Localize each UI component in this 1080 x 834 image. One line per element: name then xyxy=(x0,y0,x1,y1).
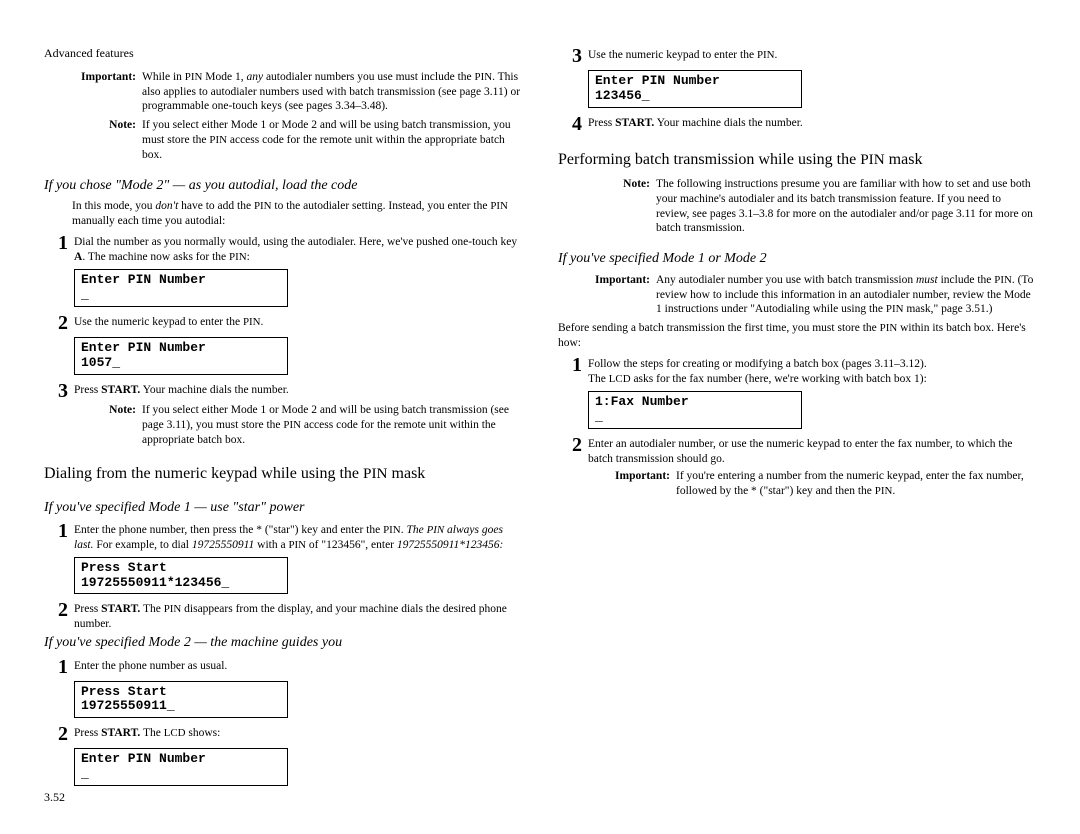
label-important: Important: xyxy=(584,273,656,318)
r4: 4 Press START. Your machine dials the nu… xyxy=(558,114,1036,134)
step-num: 3 xyxy=(558,46,588,66)
step-text: Follow the steps for creating or modifyi… xyxy=(588,355,1036,387)
step-text: Press START. Your machine dials the numb… xyxy=(588,114,1036,134)
b2: 2 Enter an autodialer number, or use the… xyxy=(558,435,1036,467)
running-header: Advanced features xyxy=(44,46,522,62)
b1: 1 Follow the steps for creating or modif… xyxy=(558,355,1036,387)
page-number: 3.52 xyxy=(44,790,65,806)
step-num: 2 xyxy=(44,313,74,333)
step-num: 3 xyxy=(44,381,74,401)
step-2b: 2 Press START. The PIN disappears from t… xyxy=(44,600,522,632)
step-text: Enter an autodialer number, or use the n… xyxy=(588,435,1036,467)
important-text: Any autodialer number you use with batch… xyxy=(656,273,1036,318)
important-3: Important: If you're entering a number f… xyxy=(604,469,1036,499)
lcd-display-5: Enter PIN Number _ xyxy=(74,748,288,786)
subhead-mode2-guides: If you've specified Mode 2 — the machine… xyxy=(44,634,522,652)
note-text: If you select either Mode 1 or Mode 2 an… xyxy=(142,403,522,448)
step-text: Press START. The LCD shows: xyxy=(74,724,522,744)
important-text: If you're entering a number from the num… xyxy=(676,469,1036,499)
note-text: The following instructions presume you a… xyxy=(656,177,1036,237)
step-text: Press START. Your machine dials the numb… xyxy=(74,381,522,401)
label-note: Note: xyxy=(584,177,656,237)
section-batch-transmission: Performing batch transmission while usin… xyxy=(558,150,1036,171)
lcd-display-4: Press Start 19725550911_ xyxy=(74,681,288,719)
lcd-display-1: Enter PIN Number _ xyxy=(74,269,288,307)
step-num: 1 xyxy=(44,657,74,677)
step-num: 1 xyxy=(44,233,74,265)
step-text: Enter the phone number, then press the *… xyxy=(74,521,522,553)
r1: 1 Enter the phone number as usual. xyxy=(44,657,522,677)
step-1: 1 Dial the number as you normally would,… xyxy=(44,233,522,265)
r3: 3 Use the numeric keypad to enter the PI… xyxy=(558,46,1036,66)
step-3: 3 Press START. Your machine dials the nu… xyxy=(44,381,522,401)
subhead-mode2-autodial: If you chose "Mode 2" — as you autodial,… xyxy=(44,177,522,195)
step-text: Enter the phone number as usual. xyxy=(74,657,522,677)
subhead-mode1-star: If you've specified Mode 1 — use "star" … xyxy=(44,499,522,517)
label-important: Important: xyxy=(70,70,142,115)
section-dialing-keypad: Dialing from the numeric keypad while us… xyxy=(44,464,522,485)
step-num: 4 xyxy=(558,114,588,134)
label-note: Note: xyxy=(70,403,142,448)
lcd-display-2: Enter PIN Number 1057_ xyxy=(74,337,288,375)
note-2: Note: If you select either Mode 1 or Mod… xyxy=(70,403,522,448)
r2: 2 Press START. The LCD shows: xyxy=(44,724,522,744)
important-text: While in PIN Mode 1, any autodialer numb… xyxy=(142,70,522,115)
step-2: 2 Use the numeric keypad to enter the PI… xyxy=(44,313,522,333)
lcd-display-3: Press Start 19725550911*123456_ xyxy=(74,557,288,595)
note-3: Note: The following instructions presume… xyxy=(584,177,1036,237)
step-text: Use the numeric keypad to enter the PIN. xyxy=(74,313,522,333)
page-content: Advanced features Important: While in PI… xyxy=(0,0,1080,810)
subhead-mode1or2: If you've specified Mode 1 or Mode 2 xyxy=(558,250,1036,268)
step-text: Press START. The PIN disappears from the… xyxy=(74,600,522,632)
label-important: Important: xyxy=(604,469,676,499)
step-text: Use the numeric keypad to enter the PIN. xyxy=(588,46,1036,66)
important-note-1: Important: While in PIN Mode 1, any auto… xyxy=(70,70,522,115)
note-1: Note: If you select either Mode 1 or Mod… xyxy=(70,118,522,163)
label-note: Note: xyxy=(70,118,142,163)
lcd-display-7: 1:Fax Number _ xyxy=(588,391,802,429)
note-text: If you select either Mode 1 or Mode 2 an… xyxy=(142,118,522,163)
important-2: Important: Any autodialer number you use… xyxy=(584,273,1036,318)
batch-intro: Before sending a batch transmission the … xyxy=(558,321,1036,351)
step-1b: 1 Enter the phone number, then press the… xyxy=(44,521,522,553)
step-text: Dial the number as you normally would, u… xyxy=(74,233,522,265)
step-num: 1 xyxy=(44,521,74,553)
step-num: 1 xyxy=(558,355,588,387)
step-num: 2 xyxy=(558,435,588,467)
intro-para: In this mode, you don't have to add the … xyxy=(72,199,522,229)
step-num: 2 xyxy=(44,724,74,744)
lcd-display-6: Enter PIN Number 123456_ xyxy=(588,70,802,108)
step-num: 2 xyxy=(44,600,74,632)
